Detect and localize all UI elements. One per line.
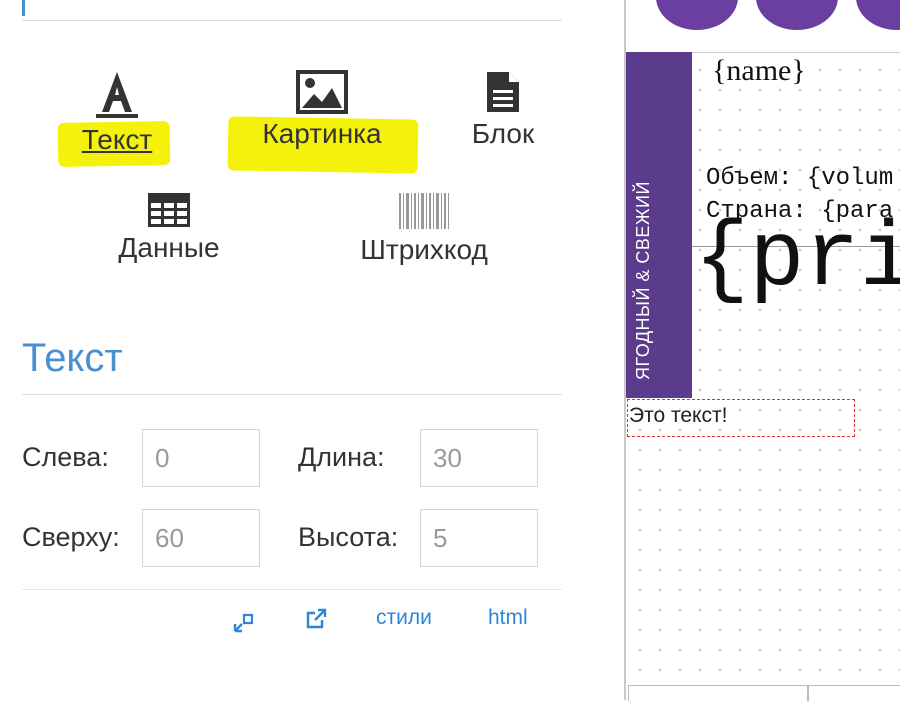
left-label: Слева:	[22, 442, 109, 472]
bottom-tabs	[628, 685, 900, 701]
width-label: Длина:	[298, 442, 385, 472]
tool-image-label: Картинка	[262, 118, 382, 149]
font-icon	[96, 72, 138, 118]
toolbox-panel: Текст Картинка Блок Данные Штрихкод Текс…	[0, 0, 600, 700]
volume-field[interactable]: Объем: {volum	[706, 165, 893, 192]
top-input[interactable]	[142, 509, 260, 567]
image-icon	[296, 70, 348, 114]
height-input[interactable]	[420, 509, 538, 567]
height-label: Высота:	[298, 522, 399, 552]
tool-block[interactable]: Блок	[456, 70, 550, 150]
selected-text-element[interactable]: Это текст!	[627, 399, 855, 437]
table-icon	[148, 193, 190, 227]
width-input[interactable]	[420, 429, 538, 487]
resize-icon[interactable]	[232, 610, 256, 634]
document-icon	[487, 72, 519, 112]
tool-block-label: Блок	[471, 118, 535, 149]
divider	[22, 589, 562, 590]
bottom-tab[interactable]	[808, 685, 900, 701]
barcode-icon	[399, 193, 449, 229]
tool-barcode-label: Штрихкод	[360, 234, 488, 265]
tool-data-label: Данные	[118, 232, 220, 263]
divider	[22, 20, 562, 21]
external-link-icon[interactable]	[304, 607, 328, 631]
top-label: Сверху:	[22, 522, 120, 552]
tool-text-label: Текст	[81, 124, 153, 155]
name-field[interactable]: {name}	[708, 54, 810, 88]
price-field[interactable]: {pri	[694, 214, 900, 306]
left-input[interactable]	[142, 429, 260, 487]
truncated-heading	[22, 0, 52, 16]
tool-data[interactable]: Данные	[84, 192, 254, 264]
styles-link[interactable]: стили	[376, 606, 432, 630]
divider	[22, 394, 562, 395]
section-title: Текст	[22, 336, 123, 380]
bottom-tab[interactable]	[628, 685, 808, 701]
vertical-banner-text: ЯГОДНЫЙ & СВЕЖИЙ	[633, 181, 653, 380]
tool-image[interactable]: Картинка	[232, 70, 412, 150]
tool-text[interactable]: Текст	[62, 70, 172, 156]
html-link[interactable]: html	[488, 606, 528, 630]
tool-barcode[interactable]: Штрихкод	[326, 192, 522, 266]
